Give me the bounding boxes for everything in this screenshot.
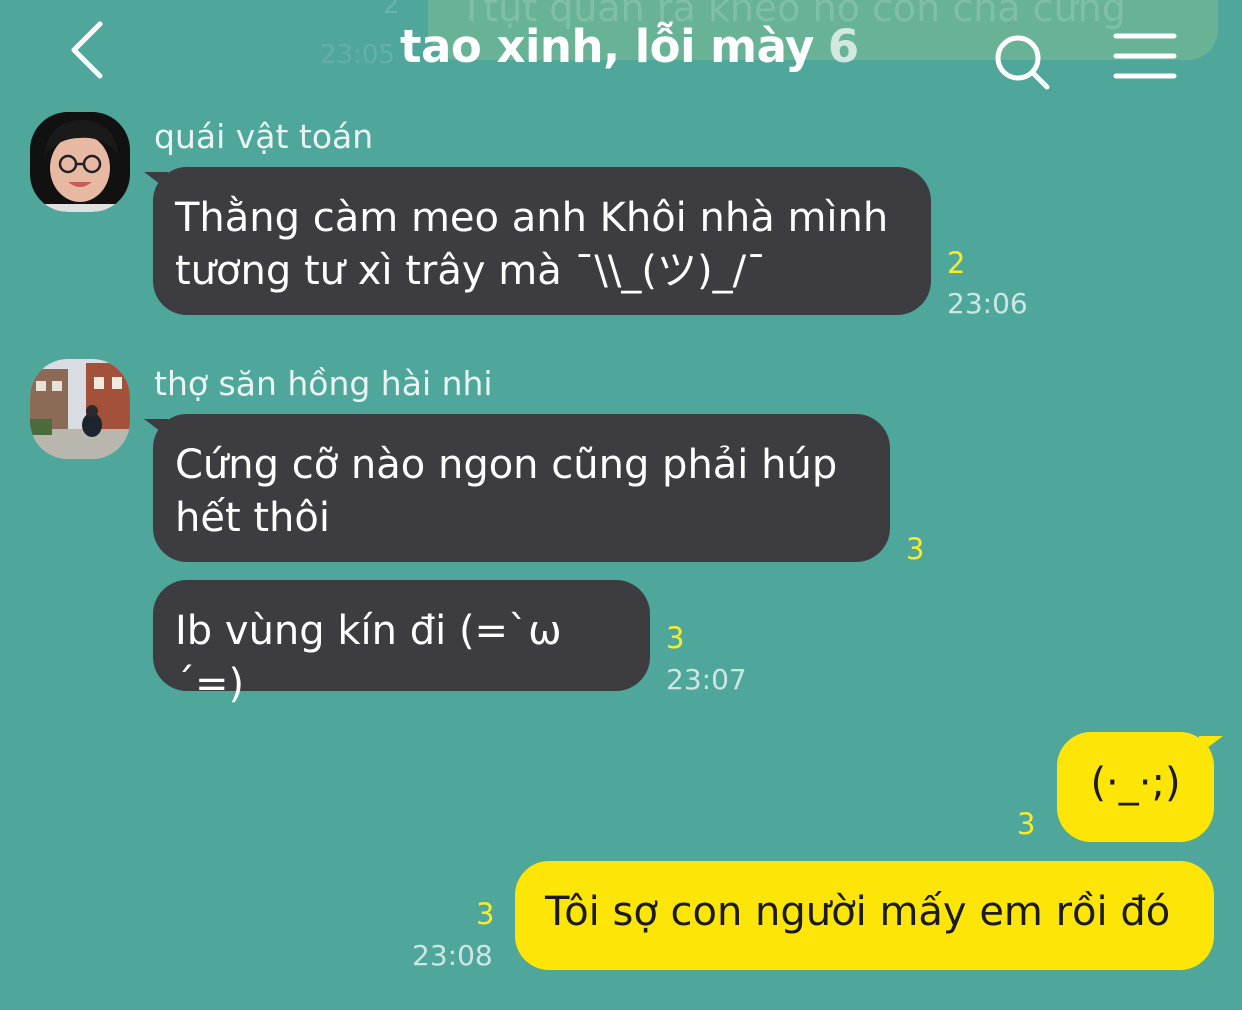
avatar-street-photo (30, 359, 130, 459)
scrolled-message-time: 23:05 (320, 40, 395, 70)
message-line: (·_·;) (1090, 760, 1181, 806)
message-bubble[interactable]: (·_·;) (1057, 732, 1214, 842)
unread-count: 3 (906, 532, 925, 566)
message-line: Thằng càm meo anh Khôi nhà mình (175, 195, 889, 241)
message-line: Ib vùng kín đi (=`ω´=) (175, 608, 562, 707)
chevron-left-icon (71, 21, 103, 79)
message-bubble[interactable]: Tôi sợ con người mấy em rồi đó (515, 861, 1214, 970)
avatar[interactable] (30, 359, 130, 459)
message-time: 23:06 (947, 287, 1028, 320)
search-button[interactable] (990, 30, 1054, 94)
bubble-tail (1199, 736, 1223, 754)
hamburger-menu-icon (1113, 33, 1177, 79)
back-button[interactable] (60, 18, 116, 82)
message-line: Cứng cỡ nào ngon cũng phải húp (175, 442, 838, 488)
chat-header: Ttụt quần ra khéo nó còn chả cứng 2 23:0… (0, 0, 1242, 100)
avatar-portrait (30, 112, 130, 212)
member-count: 6 (827, 20, 859, 73)
message-time: 23:07 (666, 663, 747, 696)
message-line: Tôi sợ con người mấy em rồi đó (545, 889, 1171, 935)
message-line: tương tư xì trây mà ¯\\_(ツ)_/¯ (175, 248, 767, 294)
chat-title: tao xinh, lỗi mày 6 (400, 20, 859, 73)
unread-count: 2 (947, 246, 966, 280)
menu-button[interactable] (1112, 30, 1178, 82)
avatar[interactable] (30, 112, 130, 212)
sender-name: quái vật toán (154, 117, 374, 156)
search-icon (995, 35, 1050, 90)
message-bubble[interactable]: Cứng cỡ nào ngon cũng phải húp hết thôi (153, 414, 890, 562)
unread-count: 3 (476, 897, 495, 931)
message-bubble[interactable]: Thằng càm meo anh Khôi nhà mình tương tư… (153, 167, 931, 315)
message-line: hết thôi (175, 495, 330, 541)
unread-count: 3 (666, 621, 685, 655)
unread-count: 3 (1017, 807, 1036, 841)
scrolled-message-unread: 2 (383, 0, 400, 20)
chat-title-text: tao xinh, lỗi mày (400, 20, 814, 73)
message-bubble[interactable]: Ib vùng kín đi (=`ω´=) (153, 580, 650, 707)
sender-name: thợ săn hồng hài nhi (154, 364, 493, 403)
message-time: 23:08 (412, 939, 493, 972)
